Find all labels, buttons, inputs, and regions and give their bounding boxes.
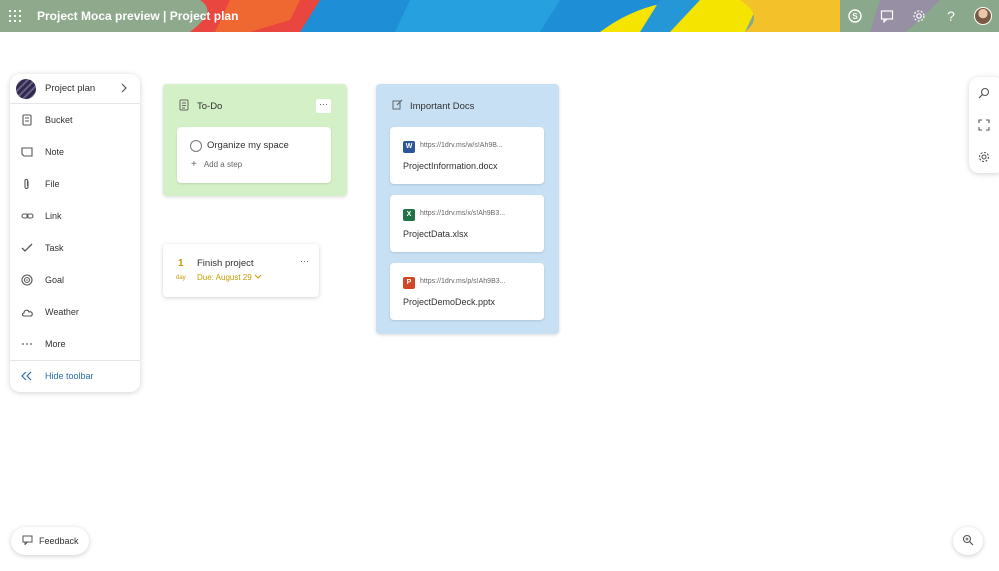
app-title: Project Moca preview | Project plan [37,9,239,23]
doc-name: ProjectDemoDeck.pptx [403,297,496,307]
doc-url: https://1drv.ms/x/s!Ah9B3... [420,210,506,217]
space-switcher[interactable]: Project plan [10,74,140,104]
settings-icon[interactable] [969,141,999,173]
space-title: Project plan [45,83,96,94]
task-due-date[interactable]: Due: August 29 [197,273,262,282]
header-actions: S ? [839,0,999,32]
help-icon[interactable]: ? [935,0,967,32]
add-step-label: Add a step [203,160,243,169]
feedback-label: Feedback [39,536,79,546]
insert-toolbar: Project plan Bucket Note File Link Task … [10,74,140,392]
doc-item-powerpoint[interactable]: P https://1drv.ms/p/s!Ah9B3... ProjectDe… [390,263,544,320]
edit-note-icon [392,99,404,113]
add-step-button[interactable]: + Add a step [191,159,242,170]
toolbar-item-goal[interactable]: Goal [10,264,140,296]
link-icon [20,209,34,223]
list-icon [179,99,191,114]
task-title: Finish project [197,258,254,269]
svg-text:S: S [852,12,858,21]
toolbar-item-label: Link [45,211,62,221]
checkmark-icon [20,241,34,255]
task-days-count: 1 [178,258,184,269]
weather-icon [20,305,34,319]
bucket-icon [20,113,34,127]
word-file-icon: W [403,141,415,153]
toolbar-item-file[interactable]: File [10,168,140,200]
doc-url: https://1drv.ms/p/s!Ah9B3... [420,278,506,285]
toolbar-item-bucket[interactable]: Bucket [10,104,140,136]
app-launcher-icon[interactable] [9,10,21,22]
feedback-button[interactable]: Feedback [11,527,89,555]
skype-icon[interactable]: S [839,0,871,32]
chevron-right-icon [120,82,140,96]
toolbar-item-label: Goal [45,275,65,285]
toolbar-item-link[interactable]: Link [10,200,140,232]
ellipsis-icon [20,337,34,351]
chevron-down-icon [254,273,262,282]
toolbar-item-label: Weather [45,307,79,317]
paperclip-icon [20,177,34,191]
plus-icon: + [191,159,197,170]
todo-item[interactable]: Organize my space + Add a step [177,127,331,183]
toolbar-item-more[interactable]: More [10,328,140,360]
doc-url: https://1drv.ms/w/s!Ah9B... [420,142,503,149]
doc-name: ProjectData.xlsx [403,229,469,239]
toolbar-item-task[interactable]: Task [10,232,140,264]
doc-item-excel[interactable]: X https://1drv.ms/x/s!Ah9B3... ProjectDa… [390,195,544,252]
fit-to-screen-icon[interactable] [969,109,999,141]
excel-file-icon: X [403,209,415,221]
task-days-unit: day [176,275,186,281]
task-due-label: Due: August 29 [197,273,252,282]
docs-card-title: Important Docs [410,100,475,112]
toolbar-item-weather[interactable]: Weather [10,296,140,328]
search-icon[interactable] [969,77,999,109]
target-icon [20,273,34,287]
todo-checkbox[interactable] [190,140,202,152]
task-card[interactable]: 1 day Finish project Due: August 29 ··· [163,244,319,297]
feedback-icon [22,535,33,548]
hide-toolbar-button[interactable]: Hide toolbar [10,361,140,391]
todo-more-options-icon[interactable]: ··· [316,99,331,113]
zoom-in-button[interactable] [953,527,983,555]
toolbar-item-label: Note [45,147,65,157]
settings-icon[interactable] [903,0,935,32]
top-bar: Project Moca preview | Project plan S ? [0,0,999,32]
todo-card-title: To-Do [197,100,223,112]
task-more-options-icon[interactable]: ··· [300,256,309,266]
powerpoint-file-icon: P [403,277,415,289]
feedback-chat-icon[interactable] [871,0,903,32]
todo-item-label: Organize my space [207,140,289,151]
doc-item-word[interactable]: W https://1drv.ms/w/s!Ah9B... ProjectInf… [390,127,544,184]
toolbar-item-label: File [45,179,60,189]
user-avatar[interactable] [967,0,999,32]
docs-card-header: Important Docs [376,84,559,128]
doc-name: ProjectInformation.docx [403,161,498,171]
double-chevron-left-icon [20,369,34,383]
toolbar-item-label: Bucket [45,115,73,125]
zoom-in-icon [962,534,974,549]
space-avatar [16,78,36,99]
hide-toolbar-label: Hide toolbar [45,371,94,381]
note-icon [20,145,34,159]
toolbar-item-note[interactable]: Note [10,136,140,168]
right-rail [969,77,999,173]
todo-card[interactable]: To-Do ··· Organize my space + Add a step [163,84,347,196]
toolbar-item-label: More [45,339,66,349]
toolbar-item-label: Task [45,243,64,253]
docs-card[interactable]: Important Docs W https://1drv.ms/w/s!Ah9… [376,84,559,334]
